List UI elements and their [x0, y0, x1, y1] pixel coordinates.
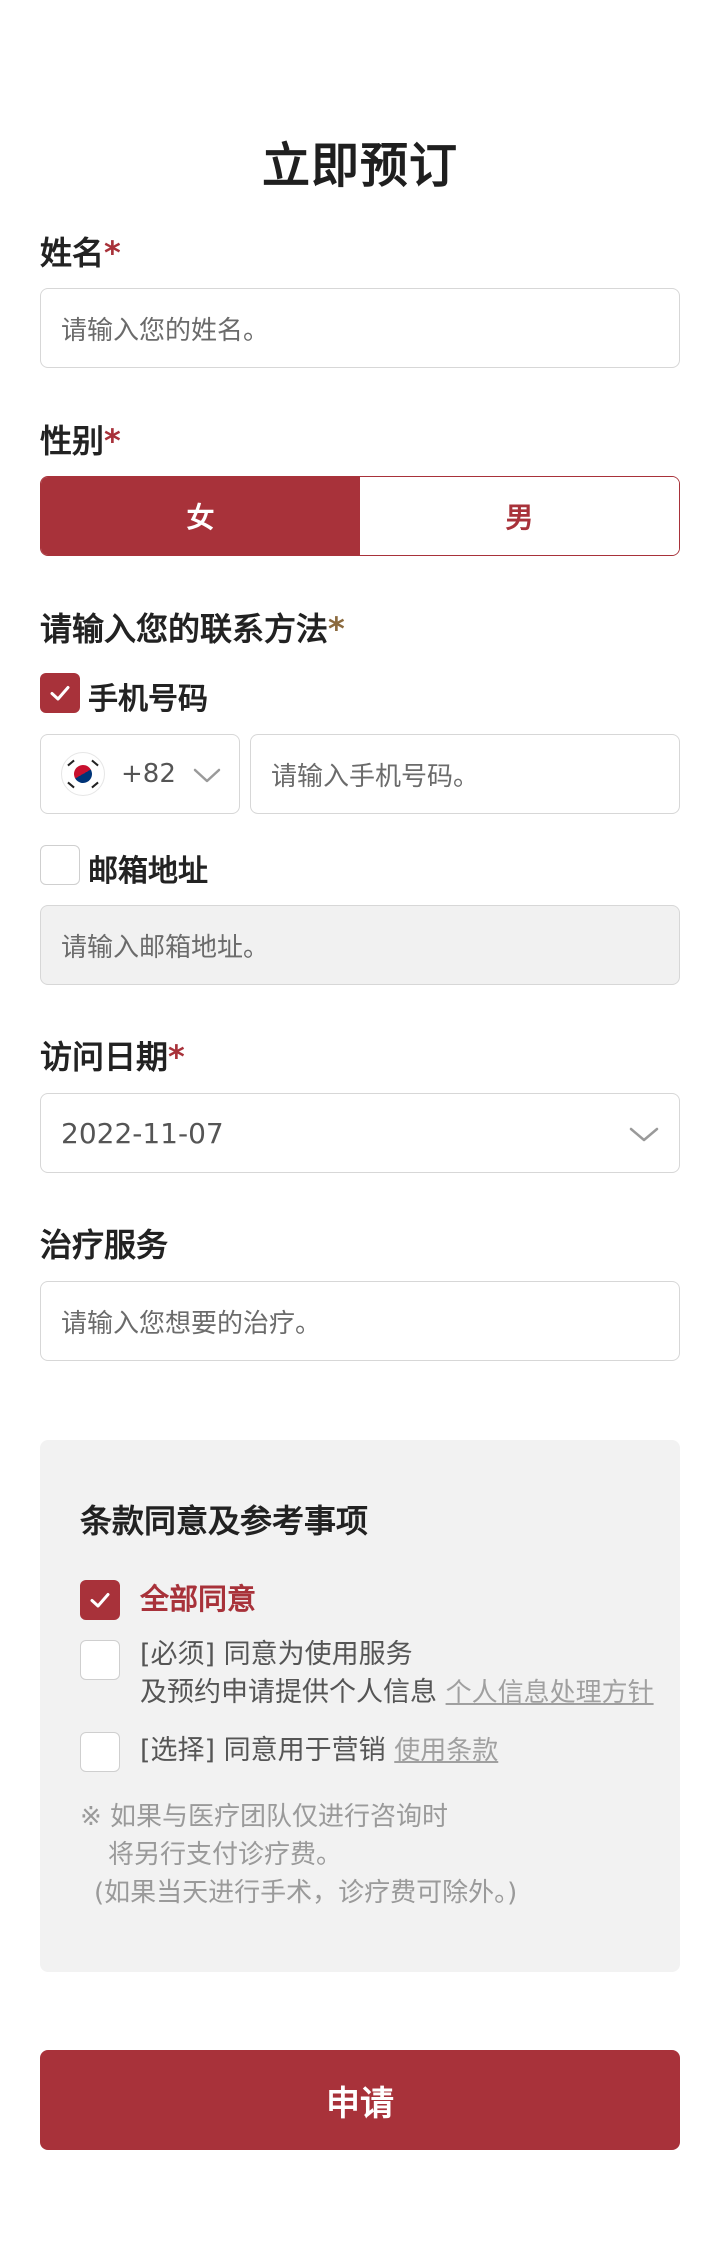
optional-terms-checkbox[interactable]	[80, 1732, 120, 1772]
gender-female-button[interactable]: 女	[41, 477, 360, 555]
name-label: 姓名*	[40, 234, 121, 272]
country-code-value: +82	[121, 759, 176, 789]
agree-all-label: 全部同意	[140, 1582, 257, 1616]
gender-label: 性别*	[40, 422, 121, 460]
required-mark: *	[104, 422, 121, 460]
chevron-down-icon	[193, 768, 221, 783]
name-placeholder: 请输入您的姓名。	[61, 315, 270, 346]
email-checkbox[interactable]	[40, 845, 80, 885]
terms-title: 条款同意及参考事项	[80, 1502, 369, 1540]
email-input[interactable]: 请输入邮箱地址。	[40, 905, 680, 985]
consultation-fee-note: ※ 如果与医疗团队仅进行咨询时 将另行支付诊疗费。 (如果当天进行手术，诊疗费可…	[80, 1802, 518, 1908]
check-icon	[50, 686, 70, 701]
treatment-placeholder: 请输入您想要的治疗。	[61, 1308, 322, 1339]
visit-date-label: 访问日期*	[40, 1038, 185, 1076]
phone-placeholder: 请输入手机号码。	[271, 761, 480, 792]
phone-option-label: 手机号码	[88, 682, 208, 717]
required-mark: *	[168, 1038, 185, 1076]
privacy-policy-link[interactable]: 个人信息处理方针	[446, 1678, 654, 1708]
required-terms-checkbox[interactable]	[80, 1640, 120, 1680]
email-placeholder: 请输入邮箱地址。	[61, 932, 270, 963]
required-mark: *	[328, 610, 345, 648]
phone-input[interactable]: 请输入手机号码。	[250, 734, 680, 814]
name-input[interactable]: 请输入您的姓名。	[40, 288, 680, 368]
terms-section: 条款同意及参考事项 全部同意 [必须] 同意为使用服务 及预约申请提供个人信息 …	[40, 1440, 680, 1972]
agree-all-checkbox[interactable]	[80, 1580, 120, 1620]
required-mark: *	[104, 234, 121, 272]
country-code-select[interactable]: +82	[40, 734, 240, 814]
contact-label: 请输入您的联系方法*	[40, 610, 345, 648]
terms-of-use-link[interactable]: 使用条款	[394, 1736, 498, 1766]
submit-button[interactable]: 申请	[40, 2050, 680, 2150]
check-icon	[90, 1593, 110, 1608]
visit-date-select[interactable]: 2022-11-07	[40, 1093, 680, 1173]
treatment-label: 治疗服务	[40, 1226, 169, 1264]
email-option-label: 邮箱地址	[88, 854, 208, 889]
visit-date-value: 2022-11-07	[61, 1116, 224, 1150]
phone-checkbox[interactable]	[40, 673, 80, 713]
chevron-down-icon	[629, 1127, 659, 1142]
treatment-input[interactable]: 请输入您想要的治疗。	[40, 1281, 680, 1361]
korea-flag-icon	[61, 752, 105, 796]
gender-toggle: 女 男	[40, 476, 680, 556]
optional-terms-text: [选择] 同意用于营销 使用条款	[140, 1735, 499, 1766]
gender-male-button[interactable]: 男	[360, 477, 679, 555]
page-title: 立即预订	[261, 138, 458, 194]
required-terms-text: [必须] 同意为使用服务 及预约申请提供个人信息 个人信息处理方针	[140, 1639, 654, 1708]
